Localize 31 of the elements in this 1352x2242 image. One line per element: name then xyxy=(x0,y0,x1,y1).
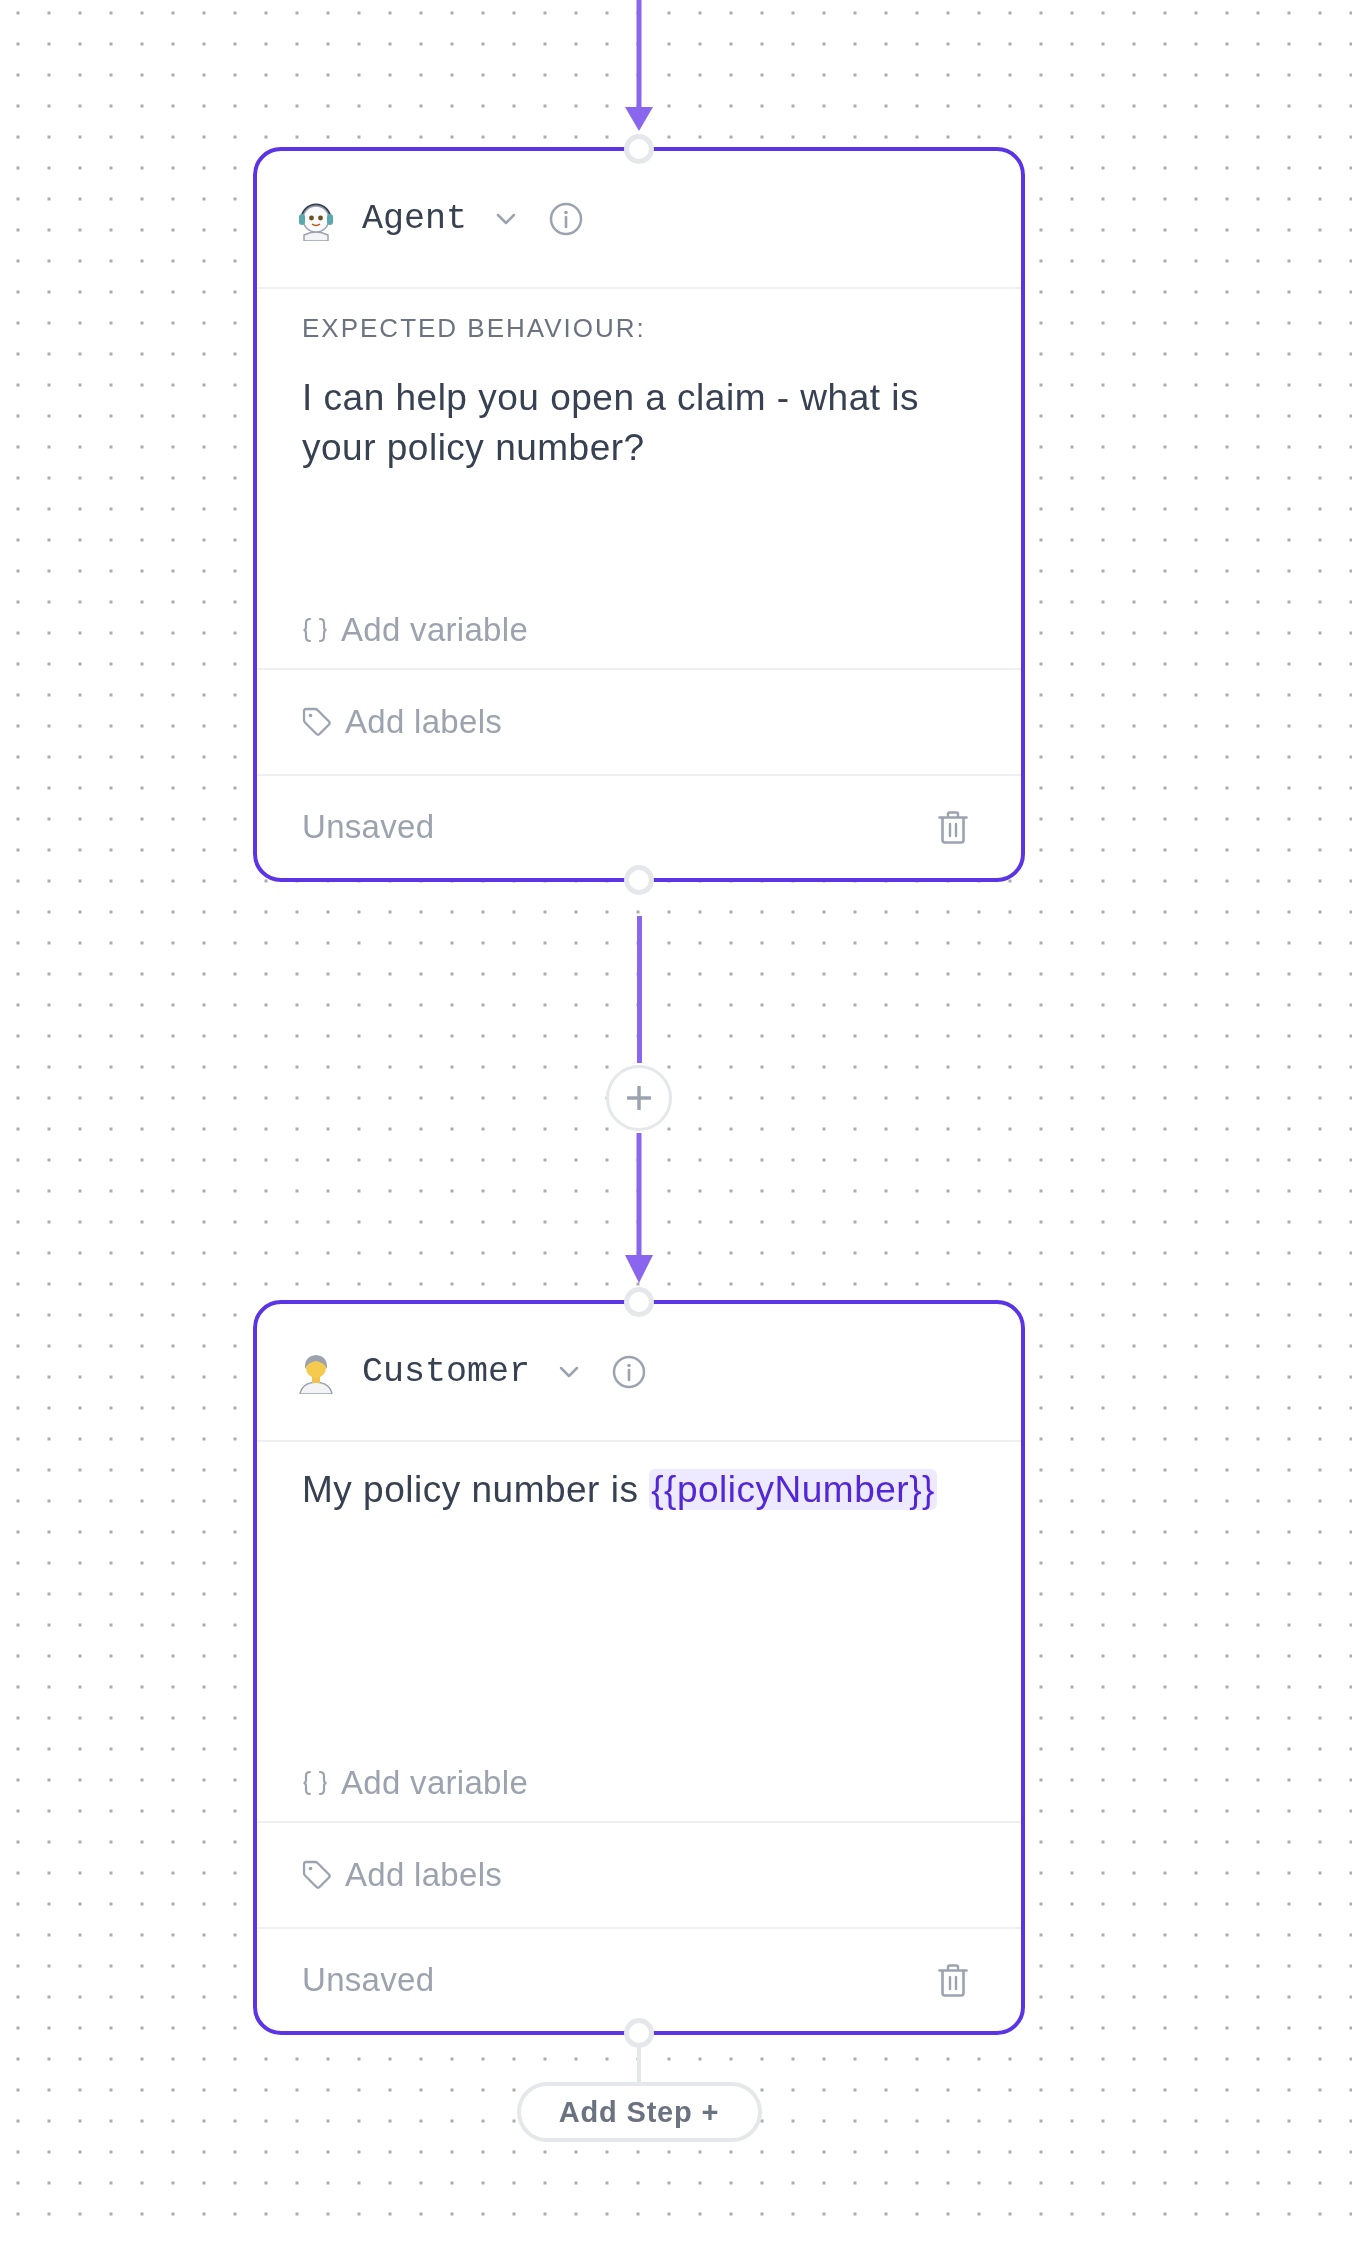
add-step-button[interactable]: Add Step + xyxy=(516,2082,762,2142)
connection-handle[interactable] xyxy=(624,134,654,164)
delete-button[interactable] xyxy=(938,810,968,844)
add-variable-button[interactable]: Add variable xyxy=(302,1763,529,1803)
connection-handle[interactable] xyxy=(624,1287,654,1317)
plus-icon xyxy=(627,1086,651,1110)
caret-icon xyxy=(496,213,517,225)
connection-handle[interactable] xyxy=(624,2018,654,2048)
insert-step-button[interactable] xyxy=(606,1065,672,1131)
caret-icon xyxy=(559,1366,580,1378)
trash-icon xyxy=(938,810,968,844)
add-labels-button[interactable]: Add labels xyxy=(302,702,503,742)
tag-icon xyxy=(302,707,332,737)
braces-icon xyxy=(302,617,328,643)
braces-icon xyxy=(302,1770,328,1796)
role-dropdown[interactable]: Agent xyxy=(294,197,517,241)
trash-icon xyxy=(938,1963,968,1997)
info-icon[interactable] xyxy=(612,1355,647,1389)
section-heading: EXPECTED BEHAVIOUR: xyxy=(302,312,646,344)
role-dropdown[interactable]: Customer xyxy=(294,1350,580,1394)
connection-handle[interactable] xyxy=(624,865,654,895)
delete-button[interactable] xyxy=(938,1963,968,1997)
add-variable-button[interactable]: Add variable xyxy=(302,610,529,650)
add-labels-button[interactable]: Add labels xyxy=(302,1855,503,1895)
save-status: Unsaved xyxy=(302,807,435,847)
message-text: I can help you open a claim - what is your policy number? xyxy=(302,376,920,470)
info-icon[interactable] xyxy=(549,202,584,236)
tag-icon xyxy=(302,1860,332,1890)
variable-token: {{policyNumber}} xyxy=(649,1469,937,1510)
save-status: Unsaved xyxy=(302,1960,435,2000)
message-text: My policy number is {{policyNumber}} xyxy=(302,1468,937,1512)
